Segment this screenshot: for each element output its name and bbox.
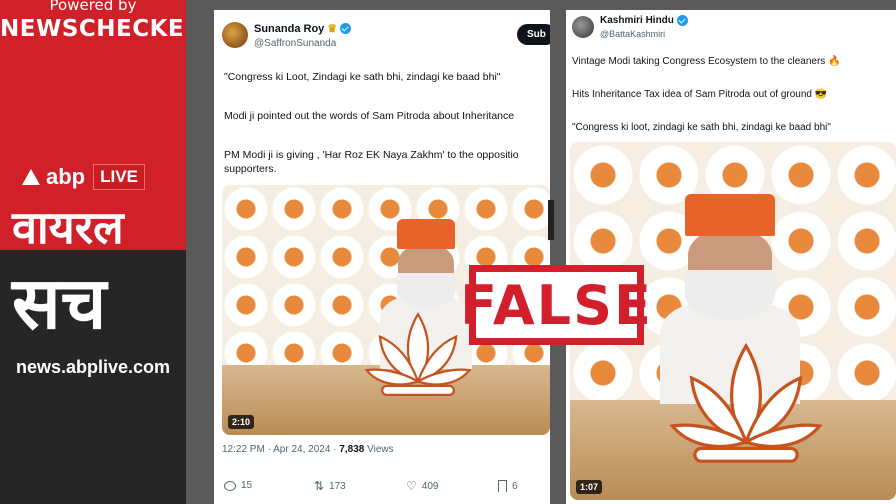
bookmark-count: 6 [512, 480, 518, 492]
video-duration-badge: 1:07 [576, 480, 603, 494]
author-handle[interactable]: @BattaKashmiri [600, 29, 665, 39]
like-count: 409 [421, 480, 439, 492]
bookmark-icon [498, 480, 507, 492]
lotus-symbol-icon [669, 342, 823, 463]
live-badge: LIVE [93, 164, 145, 190]
author-name-text[interactable]: Kashmiri Hindu [600, 15, 674, 26]
tweet-card-left: Sunanda Roy ♛ @SaffronSunanda Sub "Congr… [214, 10, 550, 504]
tweet-text-line: Hits Inheritance Tax idea of Sam Pitroda… [572, 89, 828, 100]
newschecker-logo-text: NEWSCHECKER [0, 16, 186, 42]
tweet-text-line: Modi ji pointed out the words of Sam Pit… [224, 110, 515, 122]
show-title-line-1: वायरल [12, 201, 124, 254]
repost-button[interactable]: ⇅ 173 [314, 480, 346, 492]
verified-icon [676, 15, 688, 26]
repost-icon: ⇅ [314, 479, 325, 493]
abp-logo-text: abp [46, 164, 86, 189]
crown-icon: ♛ [327, 23, 338, 35]
like-icon: ♡ [406, 479, 417, 493]
author-name[interactable]: Sunanda Roy ♛ [254, 22, 352, 35]
tweet-text-line: PM Modi ji is giving , 'Har Roz EK Naya … [224, 149, 519, 161]
reply-icon [224, 480, 236, 491]
verified-icon [340, 23, 352, 34]
author-name[interactable]: Kashmiri Hindu [600, 15, 688, 26]
tweet-timestamp: 12:22 PM · Apr 24, 2024 · 7,838 Views [222, 444, 394, 455]
author-name-text[interactable]: Sunanda Roy [254, 23, 324, 35]
powered-by-text: Powered by [49, 0, 137, 14]
like-button[interactable]: ♡ 409 [406, 480, 438, 492]
author-handle[interactable]: @SaffronSunanda [254, 38, 336, 49]
tweet-text-line: "Congress ki loot, zindagi ke sath bhi, … [572, 122, 831, 133]
abp-live-logo: abp LIVE [22, 164, 145, 190]
false-verdict-stamp: FALSE [460, 265, 651, 345]
reply-count: 15 [241, 480, 253, 491]
tweet-actions-bar: 15 ⇅ 173 ♡ 409 6 [224, 480, 524, 500]
branding-panel: Powered by NEWSCHECKER abp LIVE वायरल सच… [0, 0, 186, 504]
lotus-symbol-icon [364, 312, 472, 396]
avatar[interactable] [222, 22, 248, 48]
card-edge-shadow [548, 200, 554, 240]
bookmark-button[interactable]: 6 [498, 480, 518, 492]
show-title-line-2: सच [12, 261, 107, 345]
website-url: news.abplive.com [15, 357, 171, 377]
timestamp-text[interactable]: 12:22 PM · Apr 24, 2024 · [222, 444, 339, 455]
repost-count: 173 [329, 480, 346, 492]
verdict-text: FALSE [460, 273, 653, 337]
tweet-text-line: "Congress ki Loot, Zindagi ke sath bhi, … [224, 71, 501, 83]
reply-button[interactable]: 15 [224, 480, 252, 491]
video-duration-badge: 2:10 [228, 415, 255, 429]
subscribe-button[interactable]: Sub [517, 24, 550, 45]
abp-triangle-icon [22, 169, 40, 185]
avatar[interactable] [572, 16, 594, 38]
views-count: 7,838 [339, 444, 365, 455]
tweet-card-right: Kashmiri Hindu @BattaKashmiri Vintage Mo… [566, 10, 896, 504]
tweet-text-line: Vintage Modi taking Congress Ecosystem t… [572, 56, 841, 67]
tweet-text-line: supporters. [224, 163, 277, 175]
views-label: Views [364, 444, 394, 455]
